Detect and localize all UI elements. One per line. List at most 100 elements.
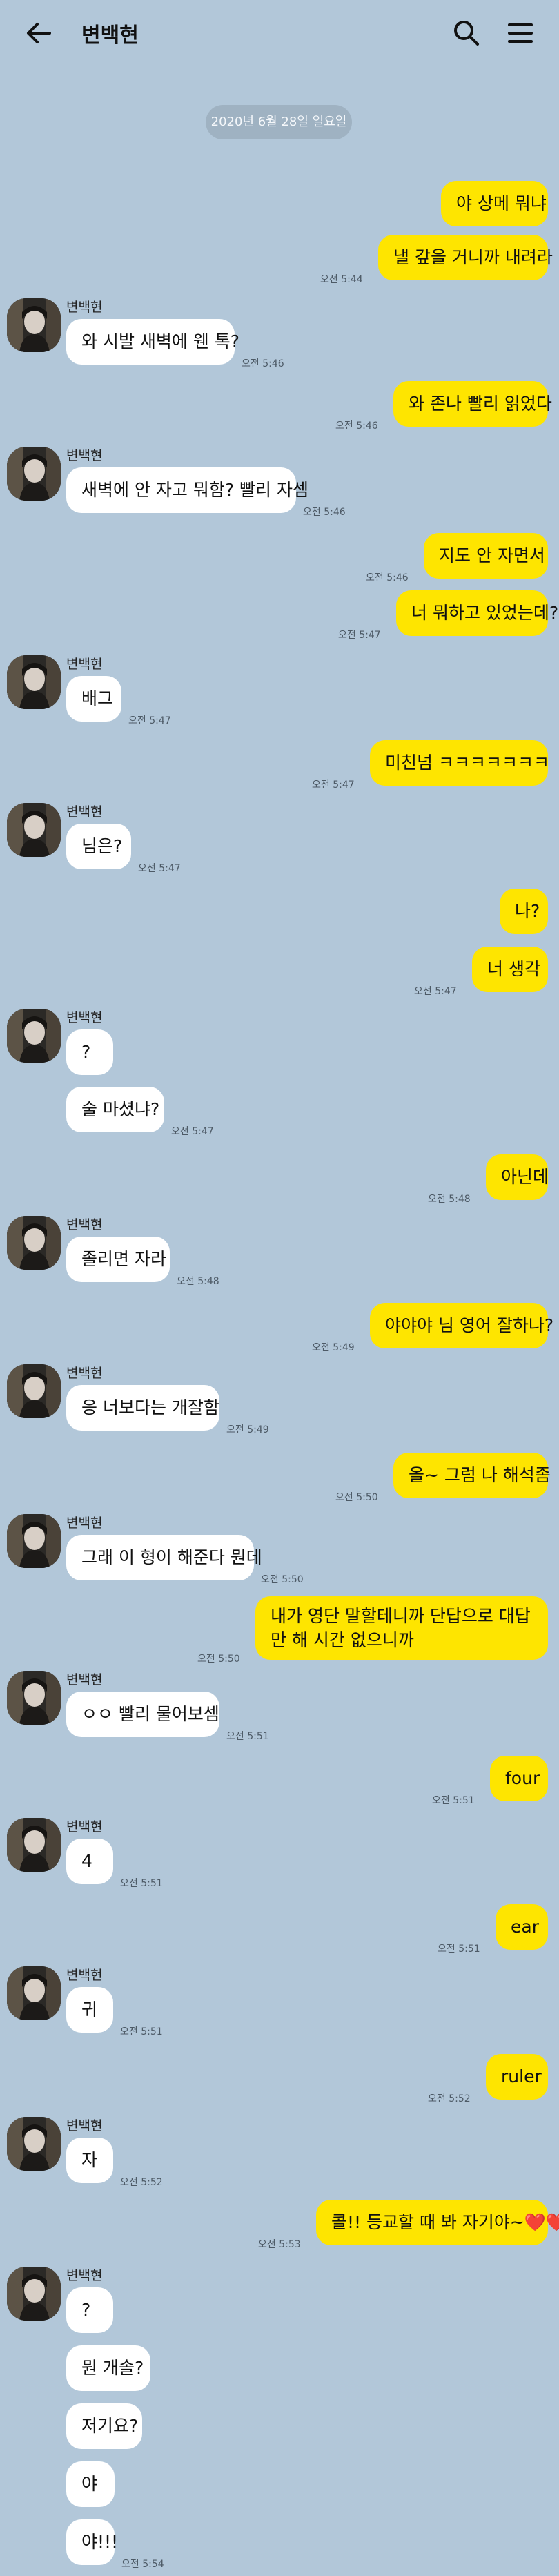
message-timestamp: 오전 5:51 [438, 1944, 480, 1955]
my-message-bubble[interactable]: 아닌데 [486, 1154, 549, 1200]
profile-photo-icon [7, 1671, 61, 1725]
sender-name: 변백현 [66, 1968, 103, 1983]
sender-name: 변백현 [66, 1819, 103, 1834]
their-message-bubble[interactable]: 졸리면 자라 [66, 1237, 170, 1282]
profile-photo-icon [7, 1009, 61, 1063]
their-message-bubble[interactable]: 뭔 개솔? [66, 2345, 150, 2391]
my-message-bubble[interactable]: 야야야 님 영어 잘하나? [370, 1303, 553, 1348]
profile-photo-icon [7, 2117, 61, 2171]
my-message-bubble[interactable]: 너 생각 [472, 947, 548, 992]
my-message-bubble[interactable]: 올~ 그럼 나 해석좀 [393, 1453, 551, 1498]
message-timestamp: 오전 5:52 [120, 2177, 163, 2188]
avatar[interactable] [7, 447, 61, 501]
their-message-bubble[interactable]: 야 [66, 2461, 115, 2507]
sender-name: 변백현 [66, 804, 103, 820]
avatar[interactable] [7, 298, 61, 352]
message-timestamp: 오전 5:47 [414, 986, 457, 997]
their-message-bubble[interactable]: 귀 [66, 1987, 113, 2033]
sender-name: 변백현 [66, 1217, 103, 1232]
profile-photo-icon [7, 1818, 61, 1872]
avatar[interactable] [7, 803, 61, 857]
sender-name: 변백현 [66, 448, 103, 463]
my-message-bubble[interactable]: 콜!! 등교할 때 봐 자기야~❤️❤️ [316, 2200, 559, 2245]
their-message-bubble[interactable]: 술 마셨냐? [66, 1087, 164, 1132]
profile-photo-icon [7, 1216, 61, 1270]
message-timestamp: 오전 5:44 [320, 274, 363, 285]
my-message-bubble[interactable]: 너 뭐하고 있었는데? [396, 590, 558, 636]
message-timestamp: 오전 5:52 [428, 2093, 471, 2104]
profile-photo-icon [7, 1364, 61, 1418]
sender-name: 변백현 [66, 1515, 103, 1531]
message-timestamp: 오전 5:49 [312, 1342, 355, 1353]
message-timestamp: 오전 5:51 [120, 1878, 163, 1889]
their-message-bubble[interactable]: 저기요? [66, 2403, 142, 2449]
message-timestamp: 오전 5:46 [366, 572, 409, 583]
profile-photo-icon [7, 655, 61, 709]
my-message-bubble[interactable]: 나? [500, 889, 548, 934]
message-timestamp: 오전 5:47 [128, 715, 171, 726]
avatar[interactable] [7, 1216, 61, 1270]
their-message-bubble[interactable]: 새벽에 안 자고 뭐함? 빨리 자셈 [66, 467, 308, 513]
my-message-bubble[interactable]: 지도 안 자면서 [424, 533, 548, 579]
date-divider: 2020년 6월 28일 일요일 [206, 105, 352, 139]
avatar[interactable] [7, 1818, 61, 1872]
their-message-bubble[interactable]: 와 시발 새벽에 웬 톡? [66, 319, 239, 365]
sender-name: 변백현 [66, 1672, 103, 1687]
their-message-bubble[interactable]: 배그 [66, 676, 121, 722]
avatar[interactable] [7, 2117, 61, 2171]
profile-photo-icon [7, 803, 61, 857]
message-timestamp: 오전 5:54 [121, 2559, 164, 2570]
sender-name: 변백현 [66, 300, 103, 315]
their-message-bubble[interactable]: 4 [66, 1839, 113, 1884]
message-timestamp: 오전 5:47 [312, 779, 355, 791]
search-icon [454, 21, 479, 46]
my-message-bubble[interactable]: 미친넘 ㅋㅋㅋㅋㅋㅋㅋ [370, 740, 549, 786]
sender-name: 변백현 [66, 657, 103, 672]
message-timestamp: 오전 5:46 [335, 420, 378, 432]
message-timestamp: 오전 5:47 [338, 630, 381, 641]
my-message-bubble[interactable]: ear [496, 1904, 548, 1950]
message-timestamp: 오전 5:46 [303, 507, 346, 518]
search-button[interactable] [449, 15, 484, 51]
message-timestamp: 오전 5:50 [335, 1492, 378, 1503]
sender-name: 변백현 [66, 2268, 103, 2283]
avatar[interactable] [7, 1966, 61, 2020]
my-message-bubble[interactable]: 낼 갚을 거니까 내려라 [378, 235, 553, 280]
profile-photo-icon [7, 298, 61, 352]
chat-title: 변백현 [81, 23, 139, 48]
menu-button[interactable] [502, 15, 538, 51]
avatar[interactable] [7, 1364, 61, 1418]
my-message-bubble[interactable]: 내가 영단 말할테니까 단답으로 대답만 해 시간 없으니까 [255, 1596, 548, 1660]
their-message-bubble[interactable]: ? [66, 1029, 113, 1075]
their-message-bubble[interactable]: ? [66, 2287, 113, 2333]
avatar[interactable] [7, 1671, 61, 1725]
sender-name: 변백현 [66, 1010, 103, 1025]
message-timestamp: 오전 5:51 [432, 1795, 475, 1806]
message-timestamp: 오전 5:48 [428, 1194, 471, 1205]
message-timestamp: 오전 5:47 [138, 863, 181, 874]
their-message-bubble[interactable]: 자 [66, 2138, 113, 2183]
my-message-bubble[interactable]: 와 존나 빨리 읽었다 [393, 381, 552, 427]
message-timestamp: 오전 5:50 [197, 1654, 240, 1665]
back-button[interactable] [21, 15, 57, 51]
profile-photo-icon [7, 1966, 61, 2020]
my-message-bubble[interactable]: four [490, 1756, 548, 1801]
my-message-bubble[interactable]: 야 상메 뭐냐 [441, 181, 548, 226]
profile-photo-icon [7, 2267, 61, 2321]
message-timestamp: 오전 5:48 [177, 1276, 219, 1287]
message-timestamp: 오전 5:53 [258, 2239, 301, 2250]
profile-photo-icon [7, 1514, 61, 1568]
their-message-bubble[interactable]: 응 너보다는 개잘함 [66, 1385, 219, 1431]
hamburger-menu-icon [508, 23, 533, 43]
avatar[interactable] [7, 2267, 61, 2321]
their-message-bubble[interactable]: ㅇㅇ 빨리 물어보셈 [66, 1692, 219, 1737]
their-message-bubble[interactable]: 님은? [66, 824, 131, 869]
message-timestamp: 오전 5:51 [120, 2026, 163, 2037]
avatar[interactable] [7, 1514, 61, 1568]
their-message-bubble[interactable]: 야!!! [66, 2519, 118, 2565]
their-message-bubble[interactable]: 그래 이 형이 해준다 뭔데 [66, 1535, 262, 1580]
chat-header: 변백현 [0, 0, 559, 66]
avatar[interactable] [7, 1009, 61, 1063]
avatar[interactable] [7, 655, 61, 709]
my-message-bubble[interactable]: ruler [486, 2054, 548, 2100]
